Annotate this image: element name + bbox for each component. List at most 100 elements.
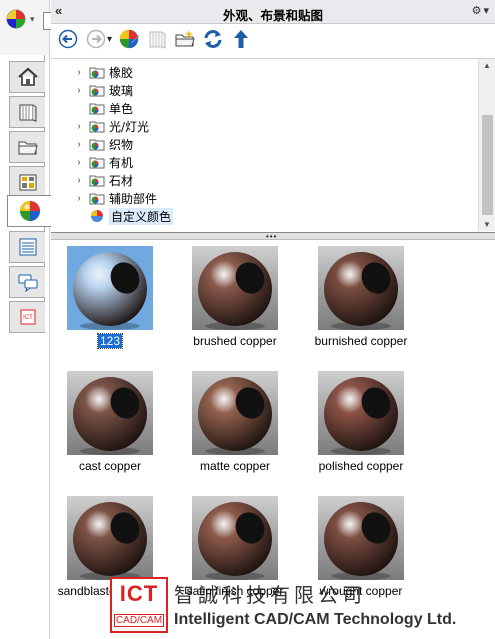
appearance-thumbnail[interactable]: burnished copper	[301, 246, 421, 348]
chat-icon	[18, 274, 37, 292]
thumbnail-image	[67, 496, 153, 580]
expand-arrow-icon[interactable]: ›	[73, 175, 85, 186]
tab-file-explorer[interactable]	[9, 131, 45, 163]
tree-scrollbar[interactable]: ▲ ▼	[478, 59, 495, 231]
add-folder-button[interactable]	[174, 28, 196, 50]
thumbnail-image	[192, 496, 278, 580]
sphere-icon	[198, 377, 272, 455]
ict-icon: ICT	[20, 309, 35, 325]
appearance-folder-icon	[89, 175, 105, 187]
company-name-en: Intelligent CAD/CAM Technology Ltd.	[174, 611, 457, 628]
ict-logo: ICT CAD/CAM	[110, 577, 168, 633]
sphere-icon	[73, 502, 147, 580]
tree-item[interactable]: › 织物	[73, 135, 133, 153]
appearance-thumbnail[interactable]: cast copper	[51, 371, 170, 473]
tab-view-palette[interactable]	[9, 166, 45, 198]
thumbnail-image	[192, 246, 278, 330]
appearance-thumbnail[interactable]: 123	[51, 246, 170, 349]
sphere-icon	[198, 502, 272, 580]
tree-item-label: 橡胶	[109, 65, 134, 80]
expand-arrow-icon[interactable]: ›	[73, 193, 85, 204]
tab-library[interactable]	[9, 96, 45, 128]
history-dropdown-caret-icon[interactable]: ▾	[107, 34, 112, 45]
company-name-cn: 智誠科技有限公司	[174, 583, 366, 607]
toolbar: ▾	[51, 24, 495, 54]
copy-appearance-button[interactable]	[146, 28, 168, 50]
thumbnail-label: burnished copper	[314, 334, 408, 348]
tree-item-label: 有机	[109, 155, 134, 170]
panel-edge	[43, 12, 51, 30]
tree-item-label: 光/灯光	[109, 119, 150, 134]
app-menu-caret-icon[interactable]: ▾	[30, 14, 35, 25]
tree-item[interactable]: › 有机	[73, 153, 133, 171]
appearance-folder-icon	[89, 67, 105, 79]
thumbnail-label: brushed copper	[193, 334, 277, 348]
forward-button[interactable]	[85, 28, 107, 50]
appearance-folder-icon	[89, 85, 105, 97]
sphere-icon	[73, 377, 147, 455]
expand-arrow-icon[interactable]: ›	[73, 85, 85, 96]
scroll-down-icon[interactable]: ▼	[483, 220, 491, 229]
thumbnail-image	[67, 371, 153, 455]
palette-icon	[19, 174, 36, 191]
watermark: ICT CAD/CAM 智誠科技有限公司 Intelligent CAD/CAM…	[110, 573, 495, 639]
tab-home[interactable]	[9, 61, 45, 93]
expand-arrow-icon[interactable]: ›	[73, 139, 85, 150]
appearance-ball-icon	[119, 29, 140, 49]
expand-arrow-icon[interactable]: ›	[73, 157, 85, 168]
sphere-icon	[198, 252, 272, 330]
refresh-button[interactable]	[202, 28, 224, 50]
tree-item-label: 自定义颜色	[109, 207, 174, 225]
scrollbar-thumb[interactable]	[482, 115, 493, 215]
refresh-icon	[204, 30, 222, 48]
tree-item[interactable]: 单色	[73, 99, 133, 117]
appearance-folder-icon	[89, 103, 105, 115]
gear-icon: ⚙	[471, 5, 482, 17]
up-button[interactable]	[230, 28, 252, 50]
left-header: ▾	[0, 0, 51, 55]
appearance-thumbnail[interactable]: brushed copper	[175, 246, 295, 348]
appearance-dropdown[interactable]	[118, 28, 140, 50]
logo-text: ICT	[119, 581, 159, 606]
tree-item[interactable]: › 光/灯光	[73, 117, 149, 135]
svg-text:ICT: ICT	[23, 315, 33, 321]
panel-title: 外观、布景和贴图	[222, 8, 323, 23]
folder-icon	[18, 141, 38, 155]
tree-item[interactable]: 自定义颜色	[73, 207, 174, 225]
tree-item[interactable]: › 橡胶	[73, 63, 133, 81]
tab-appearances[interactable]	[7, 195, 51, 227]
thumbnail-image	[318, 371, 404, 455]
tree-item-label: 石材	[109, 173, 134, 188]
app-menu-icon[interactable]	[4, 8, 28, 30]
home-icon	[17, 67, 38, 86]
expand-arrow-icon[interactable]: ›	[73, 121, 85, 132]
appearance-folder-icon	[89, 193, 105, 205]
options-button[interactable]: ⚙ ▾	[472, 4, 489, 17]
thumbnail-image	[67, 246, 153, 330]
task-pane-tabs: ICT	[0, 55, 51, 639]
appearance-thumbnail[interactable]: matte copper	[175, 371, 295, 473]
appearance-folder-icon	[89, 121, 105, 133]
appearance-thumbnail[interactable]: polished copper	[301, 371, 421, 473]
appearance-folder-tree: › 橡胶 › 玻璃 单色 › 光/灯光 › 织物 › 有机 › 石材 › 辅助部件 自定义颜色 ▲ ▼	[51, 58, 495, 231]
pane-splitter[interactable]: •••	[51, 232, 495, 241]
tab-forum[interactable]	[9, 266, 45, 298]
sphere-icon	[73, 252, 147, 330]
tree-item-label: 辅助部件	[109, 191, 158, 206]
custom-color-icon	[91, 210, 103, 222]
back-button[interactable]	[57, 28, 79, 50]
tree-item[interactable]: › 石材	[73, 171, 133, 189]
tree-item[interactable]: › 玻璃	[73, 81, 133, 99]
back-arrow-icon	[58, 29, 78, 49]
book-icon	[149, 31, 166, 49]
tree-item[interactable]: › 辅助部件	[73, 189, 157, 207]
forward-arrow-icon	[86, 29, 106, 49]
appearances-task-pane: ▾ ICT « 外观、布景和贴图 ⚙ ▾ ▾ › 橡胶 › 玻璃 单色 › 光/…	[0, 0, 495, 639]
expand-arrow-icon[interactable]: ›	[73, 67, 85, 78]
new-folder-icon	[175, 30, 195, 47]
tab-custom-properties[interactable]	[9, 231, 45, 263]
appearance-folder-icon	[89, 139, 105, 151]
scroll-up-icon[interactable]: ▲	[483, 61, 491, 70]
tab-ict[interactable]: ICT	[9, 301, 45, 333]
thumbnail-image	[192, 371, 278, 455]
